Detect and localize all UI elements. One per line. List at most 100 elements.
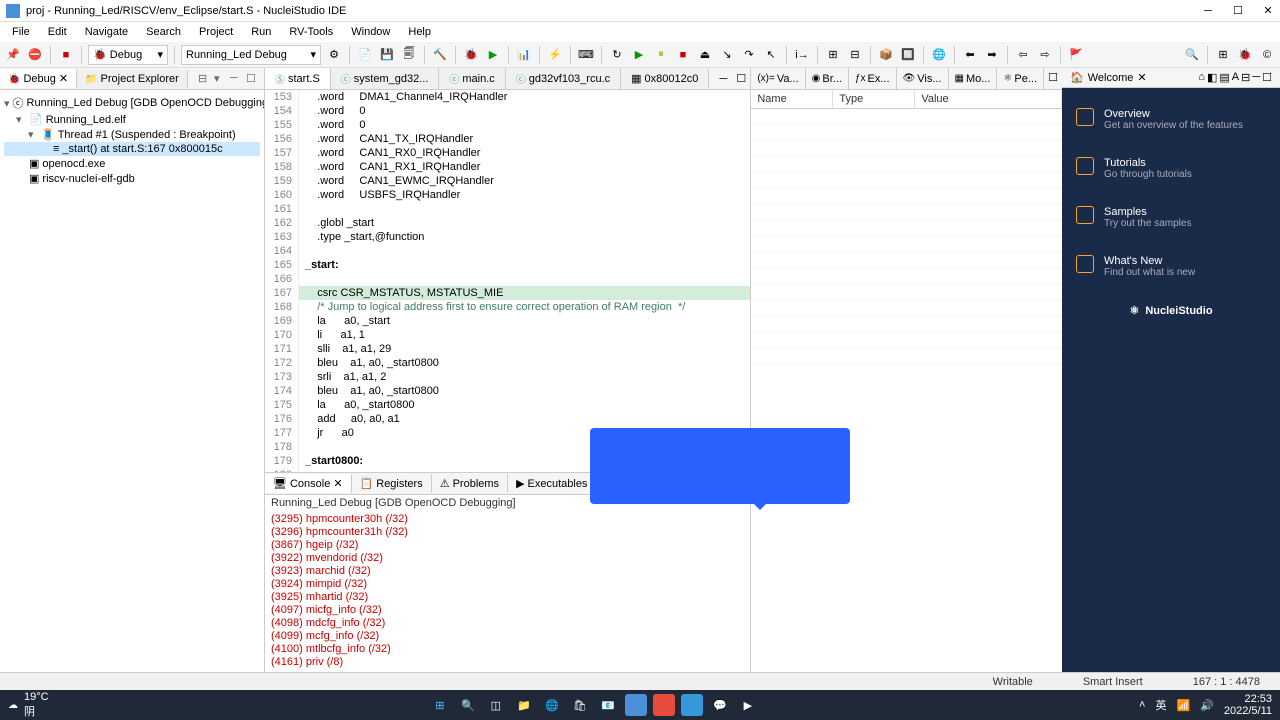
debug-perspective-icon[interactable]: 🐞: [1236, 46, 1254, 64]
tree-thread[interactable]: ▾🧵 Thread #1 (Suspended : Breakpoint): [4, 127, 260, 142]
menu-window[interactable]: Window: [343, 24, 398, 40]
pin-icon[interactable]: 📌: [4, 46, 22, 64]
tab-visual[interactable]: 👁 Vis...: [897, 68, 949, 89]
welcome-min-icon[interactable]: ─: [1252, 71, 1260, 84]
tab-registers[interactable]: 📋 Registers: [352, 474, 432, 493]
tab-executables[interactable]: ▶ Executables: [508, 474, 596, 493]
back-nav-icon[interactable]: ⇦: [1014, 46, 1032, 64]
menu-run[interactable]: Run: [243, 24, 279, 40]
suspend-icon[interactable]: ⏸: [652, 46, 670, 64]
flash-icon[interactable]: ⚡: [546, 46, 564, 64]
welcome-tb2-icon[interactable]: ▤: [1219, 71, 1229, 84]
editor-max-icon[interactable]: ☐: [732, 70, 750, 88]
menu-rvtools[interactable]: RV-Tools: [281, 24, 341, 40]
tab-expressions[interactable]: ƒx Ex...: [849, 68, 897, 89]
tab-variables[interactable]: (x)= Va...: [751, 68, 805, 89]
volume-icon[interactable]: 🔊: [1200, 699, 1214, 712]
toggle2-icon[interactable]: ⊟: [846, 46, 864, 64]
terminate-icon[interactable]: ■: [674, 46, 692, 64]
edge-icon[interactable]: 🌐: [541, 694, 563, 716]
build-icon[interactable]: ⚙: [325, 46, 343, 64]
wifi-icon[interactable]: 📶: [1176, 699, 1190, 712]
restart-icon[interactable]: ↻: [608, 46, 626, 64]
welcome-tutorials[interactable]: TutorialsGo through tutorials: [1076, 157, 1266, 180]
taskbar-clock[interactable]: 22:532022/5/11: [1224, 693, 1272, 717]
editor-tab-main[interactable]: main.c: [439, 68, 505, 89]
tree-stackframe[interactable]: ≡ _start() at start.S:167 0x800015c: [4, 142, 260, 156]
fwd-nav-icon[interactable]: ⇨: [1036, 46, 1054, 64]
welcome-tb1-icon[interactable]: ◧: [1207, 71, 1217, 84]
terminal-icon[interactable]: ⌨: [577, 46, 595, 64]
tree-elf[interactable]: ▾📄 Running_Led.elf: [4, 112, 260, 127]
save-all-icon[interactable]: 🗐: [400, 46, 418, 64]
tab-welcome[interactable]: 🏠 Welcome ✕ ⌂ ◧ ▤ A ⊟ ─ ☐: [1062, 68, 1280, 88]
step-into-icon[interactable]: ↘: [718, 46, 736, 64]
tab-debug[interactable]: Debug ✕: [0, 69, 77, 88]
tab-modules[interactable]: ▦ Mo...: [949, 68, 998, 89]
step-return-icon[interactable]: ↖: [762, 46, 780, 64]
welcome-home-icon[interactable]: ⌂: [1198, 71, 1205, 84]
vars-max-icon[interactable]: ☐: [1044, 68, 1062, 86]
editor-tab-addr[interactable]: ▦ 0x80012c0: [621, 69, 709, 88]
editor-body[interactable]: 1531541551561571581591601611621631641651…: [265, 90, 750, 472]
skip-breakpoints-icon[interactable]: ⛔: [26, 46, 44, 64]
run-icon[interactable]: ▶: [484, 46, 502, 64]
app1-icon[interactable]: [625, 694, 647, 716]
search-taskbar-icon[interactable]: 🔍: [457, 694, 479, 716]
search-icon[interactable]: 🔍: [1183, 46, 1201, 64]
hammer-icon[interactable]: 🔨: [431, 46, 449, 64]
view-menu-icon[interactable]: ▾: [214, 72, 228, 86]
tray-chevron-icon[interactable]: ˄: [1139, 699, 1145, 711]
tree-launch[interactable]: ▾ⓒ Running_Led Debug [GDB OpenOCD Debugg…: [4, 94, 260, 112]
tree-openocd[interactable]: ▣ openocd.exe: [4, 156, 260, 171]
mail-icon[interactable]: 📧: [597, 694, 619, 716]
tab-project-explorer[interactable]: Project Explorer: [77, 70, 188, 88]
toggle-icon[interactable]: ⊞: [824, 46, 842, 64]
close-button[interactable]: ✕: [1262, 5, 1274, 17]
c-perspective-icon[interactable]: ©: [1258, 46, 1276, 64]
app2-icon[interactable]: [653, 694, 675, 716]
menu-help[interactable]: Help: [400, 24, 439, 40]
profile-icon[interactable]: 📊: [515, 46, 533, 64]
taskview-icon[interactable]: ◫: [485, 694, 507, 716]
editor-tab-system[interactable]: system_gd32...: [331, 68, 440, 89]
col-value[interactable]: Value: [915, 90, 1062, 108]
debug-icon[interactable]: 🐞: [462, 46, 480, 64]
wechat-icon[interactable]: 💬: [709, 694, 731, 716]
chip-icon[interactable]: 🔲: [899, 46, 917, 64]
maximize-view-icon[interactable]: ☐: [246, 72, 260, 86]
editor-min-icon[interactable]: ─: [714, 70, 732, 88]
collapse-icon[interactable]: ⊟: [198, 72, 212, 86]
col-name[interactable]: Name: [751, 90, 833, 108]
menu-navigate[interactable]: Navigate: [77, 24, 136, 40]
open-perspective-icon[interactable]: ⊞: [1214, 46, 1232, 64]
flag-icon[interactable]: 🚩: [1067, 46, 1085, 64]
disconnect-icon[interactable]: ⏏: [696, 46, 714, 64]
col-type[interactable]: Type: [833, 90, 915, 108]
welcome-samples[interactable]: SamplesTry out the samples: [1076, 206, 1266, 229]
minimize-button[interactable]: ─: [1202, 5, 1214, 17]
welcome-tb3-icon[interactable]: A: [1232, 71, 1239, 84]
new-icon[interactable]: 📄: [356, 46, 374, 64]
variables-grid[interactable]: [751, 109, 1062, 672]
launch-config-dropdown[interactable]: Running_Led Debug▾: [181, 45, 321, 65]
menu-project[interactable]: Project: [191, 24, 241, 40]
welcome-max-icon[interactable]: ☐: [1262, 71, 1272, 84]
instruction-step-icon[interactable]: i→: [793, 46, 811, 64]
step-over-icon[interactable]: ↷: [740, 46, 758, 64]
welcome-overview[interactable]: OverviewGet an overview of the features: [1076, 108, 1266, 131]
package-icon[interactable]: 📦: [877, 46, 895, 64]
welcome-whatsnew[interactable]: What's NewFind out what is new: [1076, 255, 1266, 278]
minimize-view-icon[interactable]: ─: [230, 72, 244, 86]
save-icon[interactable]: 💾: [378, 46, 396, 64]
app4-icon[interactable]: ▶: [737, 694, 759, 716]
menu-search[interactable]: Search: [138, 24, 189, 40]
perspective-dropdown[interactable]: 🐞 Debug▾: [88, 45, 168, 65]
ime-indicator[interactable]: 英: [1155, 697, 1166, 713]
app3-icon[interactable]: [681, 694, 703, 716]
store-icon[interactable]: 🛍: [569, 694, 591, 716]
stop-icon[interactable]: ■: [57, 46, 75, 64]
editor-tab-start-s[interactable]: start.S: [265, 68, 331, 89]
maximize-button[interactable]: ☐: [1232, 5, 1244, 17]
tab-breakpoints[interactable]: ◉ Br...: [806, 68, 849, 89]
